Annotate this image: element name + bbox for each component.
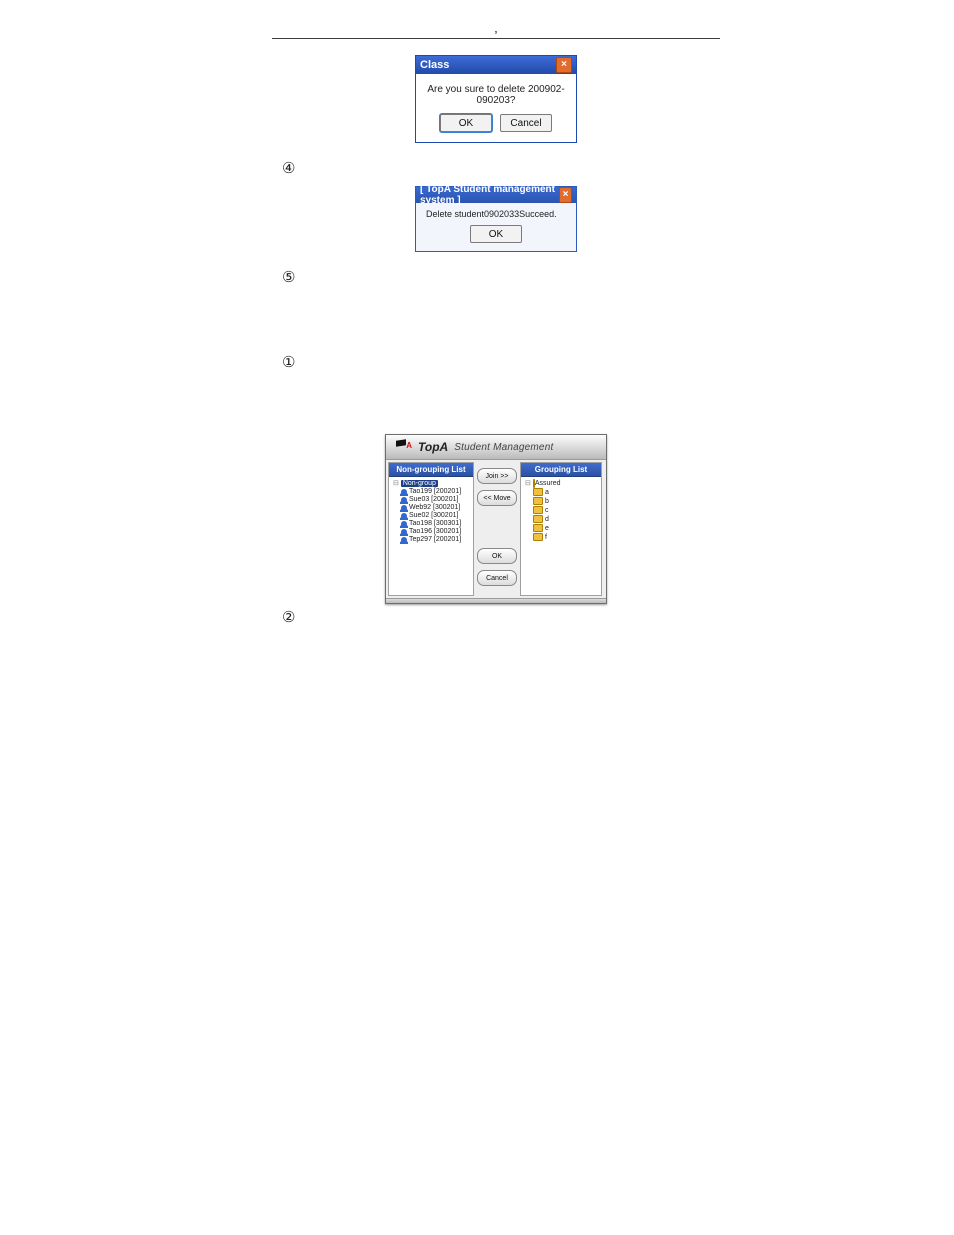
folder-icon — [533, 497, 543, 505]
list-item[interactable]: Tao196 [300201] — [401, 527, 471, 535]
user-icon — [401, 505, 407, 511]
list-item[interactable]: Tao199 [200201] — [401, 487, 471, 495]
student-name: Tao196 [300201] — [409, 528, 461, 535]
spacer — [272, 380, 720, 420]
group-name: d — [545, 516, 549, 523]
folder-icon — [533, 515, 543, 523]
student-management-body: Non-grouping List ⊟ Non-group Tao199 [20… — [386, 460, 606, 598]
student-name: Sue03 [200201] — [409, 496, 458, 503]
success-dialog-titlebar: [ TopA Student management system ] × — [416, 187, 576, 203]
class-dialog-buttons: OK Cancel — [416, 114, 576, 142]
grouping-panel: Grouping List ⊟ Assured a b c d e f — [520, 462, 602, 596]
cancel-button[interactable]: Cancel — [500, 114, 552, 132]
step-2-row: ② — [282, 610, 720, 625]
student-name: Tao199 [200201] — [409, 488, 461, 495]
page-header-mark: ’ — [272, 28, 720, 38]
folder-icon — [533, 506, 543, 514]
step-4-marker: ④ — [282, 161, 300, 176]
group-name: f — [545, 534, 547, 541]
step-2-marker: ② — [282, 610, 300, 625]
group-name: b — [545, 498, 549, 505]
student-name: Tep297 [200201] — [409, 536, 461, 543]
ok-button[interactable]: OK — [477, 548, 517, 564]
user-icon — [401, 489, 407, 495]
ok-button[interactable]: OK — [470, 225, 522, 243]
grouping-column: Grouping List ⊟ Assured a b c d e f — [520, 462, 602, 596]
non-grouping-panel: Non-grouping List ⊟ Non-group Tao199 [20… — [388, 462, 474, 596]
student-management-footer — [386, 598, 606, 603]
class-dialog-titlebar: Class × — [416, 56, 576, 74]
grouping-header: Grouping List — [521, 463, 601, 477]
figure-student-management: A TopA Student Management Non-grouping L… — [272, 434, 720, 604]
step-4-row: ④ — [282, 161, 720, 176]
brand-name: TopA — [418, 440, 448, 454]
grouping-tree[interactable]: ⊟ Assured a b c d e f — [521, 477, 601, 543]
list-item[interactable]: Tep297 [200201] — [401, 535, 471, 543]
group-name: c — [545, 507, 549, 514]
list-item[interactable]: b — [533, 496, 599, 505]
group-name: a — [545, 489, 549, 496]
step-5-marker: ⑤ — [282, 270, 300, 285]
non-grouping-column: Non-grouping List ⊟ Non-group Tao199 [20… — [388, 462, 474, 596]
non-group-root[interactable]: Non-group — [401, 480, 438, 487]
close-icon[interactable]: × — [559, 187, 572, 203]
student-name: Sue02 [300201] — [409, 512, 458, 519]
user-icon — [401, 529, 407, 535]
non-grouping-tree[interactable]: ⊟ Non-group Tao199 [200201] Sue03 [20020… — [389, 477, 473, 545]
student-name: Web92 [300201] — [409, 504, 460, 511]
brand-subtitle: Student Management — [454, 442, 553, 453]
step-5-row: ⑤ — [282, 270, 720, 285]
user-icon — [401, 537, 407, 543]
ok-button[interactable]: OK — [440, 114, 492, 132]
join-button[interactable]: Join >> — [477, 468, 517, 484]
close-icon[interactable]: × — [556, 57, 572, 73]
step-1-marker: ① — [282, 355, 300, 370]
student-name: Tao198 [300301] — [409, 520, 461, 527]
spacer — [272, 295, 720, 351]
list-item[interactable]: Web92 [300201] — [401, 503, 471, 511]
student-management-titlebar: A TopA Student Management — [386, 435, 606, 460]
folder-icon — [533, 488, 543, 496]
list-item[interactable]: Sue02 [300201] — [401, 511, 471, 519]
list-item[interactable]: e — [533, 523, 599, 532]
transfer-buttons-column: Join >> << Move OK Cancel — [476, 462, 518, 596]
folder-icon — [533, 524, 543, 532]
figure-class-dialog: Class × Are you sure to delete 200902-09… — [272, 55, 720, 143]
user-icon — [401, 497, 407, 503]
step-1-row: ① — [282, 355, 720, 370]
content-column: ’ Class × Are you sure to delete 200902-… — [272, 54, 720, 635]
class-dialog: Class × Are you sure to delete 200902-09… — [415, 55, 577, 143]
figure-success-dialog: [ TopA Student management system ] × Del… — [272, 186, 720, 252]
list-item[interactable]: c — [533, 505, 599, 514]
success-dialog-message: Delete student0902033Succeed. — [416, 203, 576, 223]
class-dialog-message: Are you sure to delete 200902-090203? — [416, 74, 576, 114]
success-dialog: [ TopA Student management system ] × Del… — [415, 186, 577, 252]
group-root[interactable]: Assured — [535, 480, 561, 487]
folder-icon — [533, 533, 543, 541]
list-item[interactable]: Tao198 [300301] — [401, 519, 471, 527]
list-item[interactable]: d — [533, 514, 599, 523]
list-item[interactable]: a — [533, 487, 599, 496]
student-management-window: A TopA Student Management Non-grouping L… — [385, 434, 607, 604]
success-dialog-buttons: OK — [416, 223, 576, 251]
move-button[interactable]: << Move — [477, 490, 517, 506]
class-dialog-title: Class — [420, 59, 449, 71]
list-item[interactable]: f — [533, 532, 599, 541]
list-item[interactable]: Sue03 [200201] — [401, 495, 471, 503]
group-name: e — [545, 525, 549, 532]
topa-logo-icon: A — [394, 439, 412, 455]
user-icon — [401, 513, 407, 519]
cancel-button[interactable]: Cancel — [477, 570, 517, 586]
success-dialog-title: [ TopA Student management system ] — [420, 184, 559, 206]
document-page: ’ Class × Are you sure to delete 200902-… — [0, 0, 954, 1235]
user-icon — [401, 521, 407, 527]
non-grouping-header: Non-grouping List — [389, 463, 473, 477]
